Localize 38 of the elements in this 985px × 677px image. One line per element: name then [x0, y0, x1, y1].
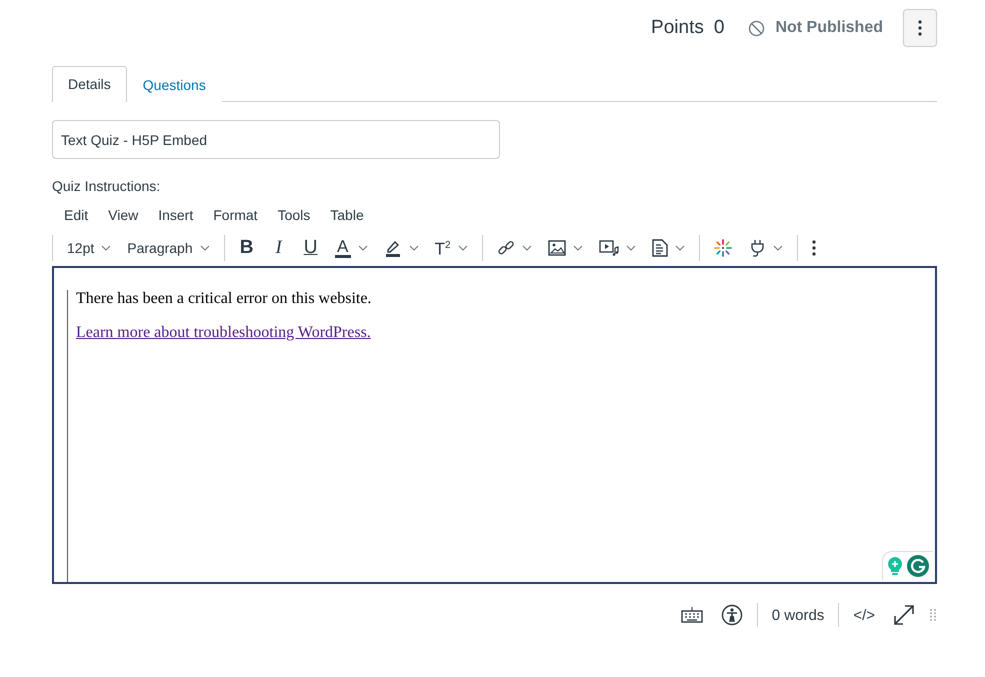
block-format-select[interactable]: Paragraph [121, 236, 216, 260]
error-message: There has been a critical error on this website. [76, 290, 372, 308]
grammar-assistant-icon[interactable] [907, 555, 929, 577]
highlighter-icon [384, 239, 402, 257]
publish-status: Not Published [775, 19, 883, 37]
apps-icon [714, 239, 732, 257]
menu-item[interactable]: Edit [52, 207, 96, 223]
caret-icon [101, 245, 112, 251]
menu-item[interactable]: Insert [146, 207, 202, 223]
link-icon [496, 239, 515, 257]
resize-handle-icon[interactable] [929, 608, 937, 622]
quiz-instructions-label: Quiz Instructions: [52, 178, 162, 196]
expand-icon [893, 604, 915, 626]
html-editor-toggle[interactable]: </> [849, 604, 879, 626]
bold-button[interactable]: B [232, 234, 261, 262]
menu-item[interactable]: Format [201, 207, 266, 223]
superscript-button[interactable]: T$^{2}$ [428, 232, 474, 264]
keyboard-icon [680, 607, 703, 623]
media-icon [598, 239, 619, 257]
more-icon [812, 240, 816, 256]
accessibility-icon [720, 604, 743, 626]
menu-item[interactable]: Table [318, 207, 372, 223]
tab[interactable]: Details [52, 66, 127, 102]
underline-button[interactable]: U [296, 234, 325, 262]
menu-item[interactable]: View [96, 207, 146, 223]
image-icon [548, 240, 566, 256]
italic-button[interactable]: I [264, 234, 293, 262]
text-color-button[interactable]: A [328, 234, 374, 262]
menu-item[interactable]: Tools [266, 207, 318, 223]
points-label: Points [651, 17, 704, 39]
font-size-select[interactable]: 12pt [61, 236, 118, 260]
points-value: 0 [714, 17, 724, 39]
caret-icon [200, 245, 210, 251]
word-count[interactable]: 0 words [768, 604, 828, 626]
document-icon [652, 239, 668, 257]
quiz-title-field[interactable]: Text Quiz - H5P Embed [52, 120, 500, 159]
kebab-icon [918, 20, 922, 36]
troubleshooting-link[interactable]: Learn more about troubleshooting WordPress. [76, 324, 371, 341]
